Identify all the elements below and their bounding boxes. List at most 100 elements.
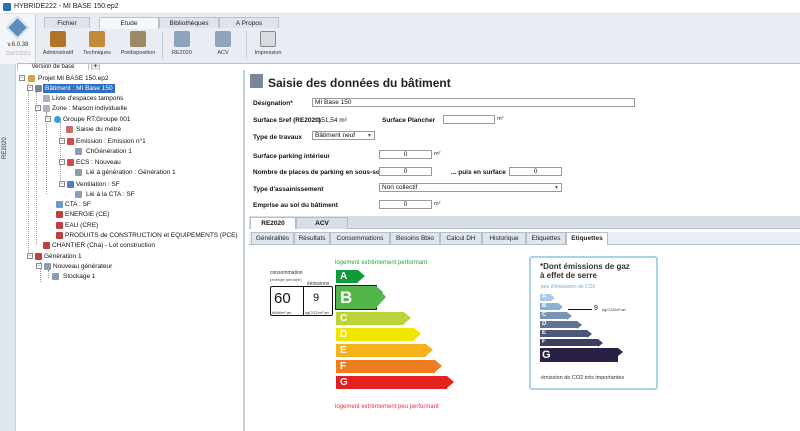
tab-consommations[interactable]: Consommations — [330, 232, 390, 245]
tree-node-energie[interactable]: ENERGIE (CE) — [65, 210, 109, 219]
tree-node-batiment[interactable]: Bâtiment : MI Base 150 — [43, 84, 115, 93]
tab-resultats[interactable]: Résultats — [294, 232, 330, 245]
tab-re2020[interactable]: RE2020 — [250, 217, 296, 229]
printer-icon — [260, 31, 276, 47]
collapse-toggle[interactable]: − — [59, 181, 65, 187]
title-bar: HYBRIDE222 - MI BASE 150.ep2 — [0, 0, 800, 14]
predisposition-button[interactable]: Prédisposition — [118, 29, 158, 62]
ribbon-tab-bibliotheques[interactable]: Bibliothèques — [159, 17, 219, 28]
places-surface-label: ... puis en surface — [451, 169, 506, 176]
sref-value: : 151,54 m² — [314, 117, 347, 124]
tree-node-cta[interactable]: CTA : SF — [65, 200, 91, 209]
tree-node-emission[interactable]: Emission : Emission n°1 — [76, 137, 146, 146]
ribbon-tab-etude[interactable]: Etude — [99, 17, 159, 29]
ges-unit: kgCO2/m².an — [602, 307, 626, 312]
project-tree — [16, 70, 245, 431]
ges-footer: émission de CO2 très importantes — [541, 375, 625, 381]
designation-label: Désignation* — [253, 100, 293, 107]
collapse-toggle[interactable]: − — [36, 263, 42, 269]
tree-node-projet[interactable]: Projet MI BASE 150.ep2 — [38, 74, 108, 83]
tree-node-groupe[interactable]: Groupe RT:Groupe 001 — [63, 115, 130, 124]
places-input[interactable]: 0 — [379, 167, 432, 176]
app-date: 15/07/2021 — [5, 51, 31, 57]
tree-node-generateur[interactable]: Nouveau générateur — [53, 262, 112, 271]
consumption-unit: kWh/m².an — [272, 310, 292, 315]
tree-node-espaces-tampons[interactable]: Liste d'espaces tampons — [52, 94, 123, 103]
tree-node-saisie-metre[interactable]: Saisie du métré — [76, 125, 121, 134]
app-logo: v.6.0.38 15/07/2021 — [0, 14, 36, 64]
stockage-icon — [52, 273, 59, 280]
tab-besoins-bbio[interactable]: Besoins Bbio — [390, 232, 440, 245]
ges-class-e: E — [540, 330, 592, 338]
tree-node-ecs[interactable]: ECS : Nouveau — [76, 158, 121, 167]
techniques-button[interactable]: Techniques — [79, 29, 115, 62]
ribbon-tab-apropos[interactable]: A Propos — [219, 17, 279, 28]
group-icon — [54, 116, 61, 123]
parking-label: Surface parking intérieur — [253, 153, 330, 160]
cta-icon — [56, 201, 63, 208]
travaux-label: Type de travaux — [253, 134, 303, 141]
collapse-toggle[interactable]: − — [59, 138, 65, 144]
re2020-vertical-label: RE2020 — [2, 137, 8, 159]
assainissement-select[interactable]: Non collectif ▼ — [379, 183, 562, 192]
acv-button[interactable]: ACV — [207, 29, 239, 62]
list-icon — [43, 95, 50, 102]
surface-plancher-input[interactable] — [443, 115, 495, 124]
ges-class-f: F — [540, 339, 603, 347]
tab-etiquettes-active[interactable]: Etiquettes — [566, 232, 608, 245]
collapse-toggle[interactable]: − — [27, 85, 33, 91]
emprise-input[interactable]: 0 — [379, 200, 432, 209]
collapse-toggle[interactable]: − — [45, 116, 51, 122]
window-title: HYBRIDE222 - MI BASE 150.ep2 — [14, 3, 119, 10]
collapse-toggle[interactable]: − — [35, 105, 41, 111]
tree-node-lie-cta[interactable]: Lié à la CTA : SF — [86, 190, 135, 199]
chantier-icon — [43, 242, 50, 249]
ventilation-icon — [67, 181, 74, 188]
tab-historique[interactable]: Historique — [482, 232, 526, 245]
generation-icon — [35, 253, 42, 260]
tab-acv[interactable]: ACV — [296, 217, 348, 229]
tree-node-generation[interactable]: Génération 1 — [44, 252, 82, 261]
energy-class-f: F — [336, 360, 442, 373]
ges-title-line1: *Dont émissions de gaz — [540, 262, 630, 271]
places-label: Nombre de places de parking en sous-sol — [253, 169, 382, 176]
tree-node-chantier[interactable]: CHANTIER (Cha) - Lot construction — [52, 241, 155, 250]
re2020-label: RE2020 — [172, 50, 192, 56]
tree-node-chgeneration[interactable]: ChGénération 1 — [86, 147, 132, 156]
consommation-label: consommation — [270, 270, 303, 276]
energy-class-c: C — [336, 312, 411, 325]
administratif-button[interactable]: Administratif — [40, 29, 76, 62]
tree-node-zone[interactable]: Zone : Maison individuelle — [52, 104, 127, 113]
tree-node-eau[interactable]: EAU (CRE) — [65, 221, 98, 230]
techniques-icon — [89, 31, 105, 47]
ecs-icon — [67, 159, 74, 166]
tree-node-pce[interactable]: PRODUITS de CONSTRUCTION et EQUIPEMENTS … — [65, 231, 238, 240]
app-icon — [3, 3, 11, 11]
link-icon — [75, 169, 82, 176]
predisposition-icon — [130, 31, 146, 47]
tab-generalites[interactable]: Généralités — [251, 232, 294, 245]
energy-class-g: G — [336, 376, 454, 389]
emission-icon — [67, 138, 74, 145]
collapse-toggle[interactable]: − — [59, 159, 65, 165]
collapse-toggle[interactable]: − — [19, 75, 25, 81]
designation-input[interactable]: MI Base 150 — [312, 98, 635, 107]
impression-button[interactable]: Impression — [250, 29, 286, 62]
app-version: v.6.0.38 — [7, 42, 29, 48]
travaux-select[interactable]: Bâtiment neuf ▼ — [312, 131, 375, 140]
ribbon-tab-fichier[interactable]: Fichier — [44, 17, 90, 28]
parking-unit: m² — [434, 151, 441, 157]
tab-calcul-dh[interactable]: Calcul DH — [440, 232, 482, 245]
collapse-toggle[interactable]: − — [27, 253, 33, 259]
places-surface-input[interactable]: 0 — [509, 167, 562, 176]
parking-input[interactable]: 0 — [379, 150, 432, 159]
tree-node-ventilation[interactable]: Ventilation : SF — [76, 180, 120, 189]
tree-node-stockage[interactable]: Stockage 1 — [63, 272, 96, 281]
energy-class-b: B — [335, 285, 383, 310]
tree-node-lie-generation[interactable]: Lié à génération : Génération 1 — [86, 168, 176, 177]
re2020-button[interactable]: RE2020 — [166, 29, 198, 62]
surface-plancher-unit: m² — [497, 116, 504, 122]
emprise-unit: m² — [434, 201, 441, 207]
tab-etiquettes[interactable]: Etiquettes — [526, 232, 566, 245]
assainissement-label: Type d'assainissement — [253, 186, 324, 193]
